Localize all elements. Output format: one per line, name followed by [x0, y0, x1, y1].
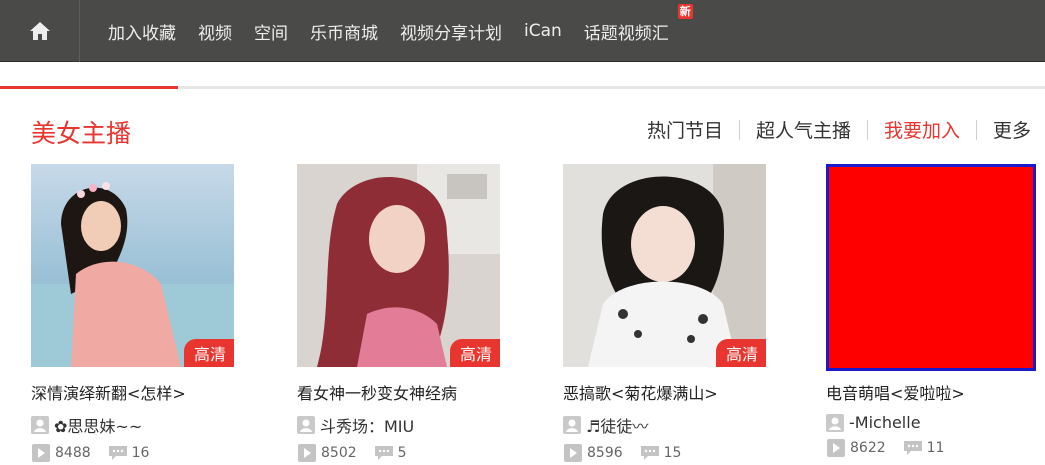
- host-name[interactable]: 斗秀场：MIU: [297, 413, 502, 437]
- play-count: 8502: [321, 445, 357, 461]
- nav-item-ican[interactable]: iCan: [524, 21, 562, 41]
- nav-item-video[interactable]: 视频: [198, 19, 232, 44]
- video-title[interactable]: 深情演绎新翻<怎样>: [31, 380, 236, 404]
- user-icon: [31, 416, 49, 434]
- comment-icon: [903, 441, 922, 455]
- thumbnail-image: [297, 164, 500, 367]
- video-card: 高清 看女神一秒变女神经病 斗秀场：MIU 8502 5: [297, 164, 502, 462]
- section-progress-fill: [0, 86, 178, 89]
- nav-item-share-plan[interactable]: 视频分享计划: [400, 19, 502, 44]
- nav-item-space[interactable]: 空间: [254, 19, 288, 44]
- divider: [738, 119, 740, 140]
- comment-count: 16: [131, 445, 150, 461]
- video-stats: 8622 11: [826, 439, 1031, 457]
- video-thumbnail-placeholder[interactable]: [826, 164, 1036, 371]
- top-nav: 加入收藏 视频 空间 乐币商城 视频分享计划 iCan 话题视频汇 新: [0, 0, 1045, 62]
- video-card: 电音萌唱<爱啦啦> -Michelle 8622 11: [826, 164, 1036, 457]
- video-title[interactable]: 看女神一秒变女神经病: [297, 380, 502, 404]
- hd-badge: 高清: [715, 339, 766, 367]
- home-button[interactable]: [0, 0, 80, 62]
- video-thumbnail[interactable]: 高清: [563, 164, 766, 367]
- divider: [866, 119, 868, 140]
- video-card: 高清 恶搞歌<菊花爆满山> ♬徒徒〰 8596 15: [563, 164, 768, 462]
- video-stats: 8596 15: [563, 444, 768, 462]
- section-title: 美女主播: [31, 119, 132, 148]
- host-name-label: 斗秀场：MIU: [320, 417, 415, 436]
- link-join[interactable]: 我要加入: [884, 116, 960, 143]
- comment-count: 5: [397, 445, 407, 461]
- link-hot-shows[interactable]: 热门节目: [647, 116, 723, 143]
- host-name-label: -Michelle: [849, 413, 921, 432]
- comment-icon: [108, 446, 127, 460]
- comment-count: 15: [663, 445, 682, 461]
- comment-icon: [640, 446, 659, 460]
- video-stats: 8488 16: [31, 444, 236, 462]
- new-badge: 新: [677, 3, 693, 19]
- play-count-icon: [564, 444, 582, 462]
- video-title[interactable]: 电音萌唱<爱啦啦>: [826, 380, 1031, 404]
- thumbnail-image: [563, 164, 766, 367]
- host-name-label: ✿思思妹~~: [54, 417, 143, 436]
- comment-icon: [374, 446, 393, 460]
- section-links: 热门节目 超人气主播 我要加入 更多: [647, 116, 1031, 143]
- nav-menu: 加入收藏 视频 空间 乐币商城 视频分享计划 iCan 话题视频汇 新: [108, 0, 693, 62]
- hd-badge: 高清: [183, 339, 234, 367]
- play-count-icon: [827, 439, 845, 457]
- host-name-label: ♬徒徒〰: [586, 417, 649, 436]
- host-name[interactable]: ♬徒徒〰: [563, 413, 768, 437]
- video-thumbnail[interactable]: 高清: [297, 164, 500, 367]
- hd-badge: 高清: [449, 339, 500, 367]
- host-name[interactable]: -Michelle: [826, 413, 1031, 432]
- user-icon: [826, 413, 844, 432]
- user-icon: [563, 416, 581, 434]
- play-count: 8488: [55, 445, 91, 461]
- video-stats: 8502 5: [297, 444, 502, 462]
- comment-count: 11: [926, 440, 945, 456]
- nav-item-favorites[interactable]: 加入收藏: [108, 19, 176, 44]
- play-count: 8596: [587, 445, 623, 461]
- video-card: 高清 深情演绎新翻<怎样> ✿思思妹~~ 8488 16: [31, 164, 236, 462]
- section-progress-track: [0, 86, 1045, 89]
- divider: [975, 119, 977, 140]
- play-count-icon: [298, 444, 316, 462]
- thumbnail-image: [31, 164, 234, 367]
- user-icon: [297, 416, 315, 434]
- video-thumbnail[interactable]: 高清: [31, 164, 234, 367]
- host-name[interactable]: ✿思思妹~~: [31, 413, 236, 437]
- link-more[interactable]: 更多: [993, 116, 1031, 143]
- link-super-popular-hosts[interactable]: 超人气主播: [756, 116, 851, 143]
- home-icon: [29, 22, 50, 40]
- nav-item-topic-videos-label: 话题视频汇: [583, 23, 669, 44]
- nav-item-mall[interactable]: 乐币商城: [310, 19, 378, 44]
- play-count-icon: [32, 444, 50, 462]
- play-count: 8622: [850, 440, 886, 456]
- nav-item-topic-videos[interactable]: 话题视频汇 新: [583, 3, 693, 44]
- video-title[interactable]: 恶搞歌<菊花爆满山>: [563, 380, 768, 404]
